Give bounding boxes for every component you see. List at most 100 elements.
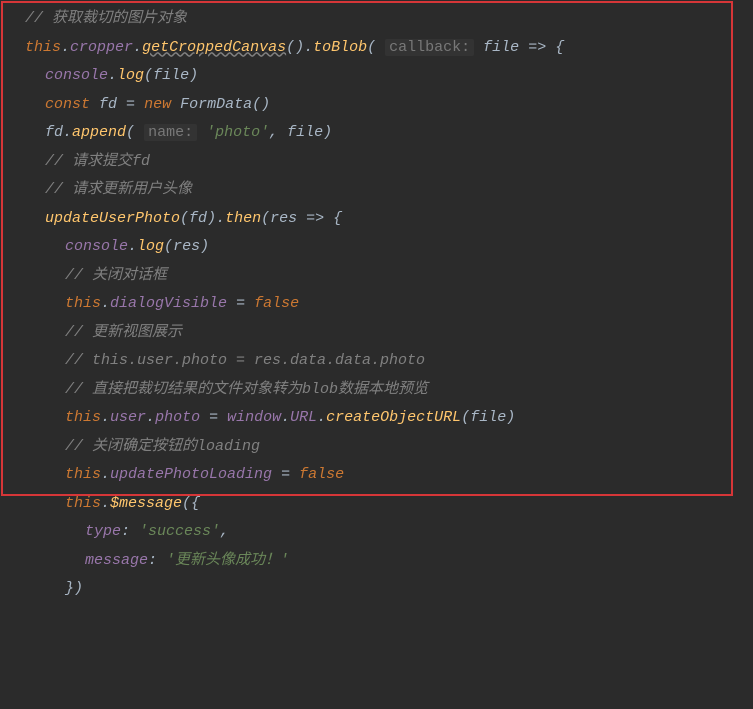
comment-text: // 直接把裁切结果的文件对象转为blob数据本地预览 [65,381,428,398]
window-object: window [227,409,281,426]
dot: . [101,495,110,512]
comment-text: // 请求提交fd [45,153,150,170]
paren: ( [126,124,144,141]
paren: ( [164,238,173,255]
property: photo [155,409,200,426]
param-hint: callback: [385,39,474,56]
code-line: this.user.photo = window.URL.createObjec… [0,404,753,433]
code-line: // 更新视图展示 [0,319,753,348]
code-line: console.log(res) [0,233,753,262]
dot: . [133,39,142,56]
property: URL [290,409,317,426]
method-call: $message [110,495,182,512]
comma: , [220,523,229,540]
comment-text: // 更新视图展示 [65,324,182,341]
code-line: }) [0,575,753,604]
code-line: // 请求提交fd [0,148,753,177]
equals: = [272,466,299,483]
dot: . [281,409,290,426]
property-key: message [85,552,148,569]
property: updatePhotoLoading [110,466,272,483]
param: file [483,39,519,56]
dot: . [146,409,155,426]
paren: ( [180,210,189,227]
this-keyword: this [25,39,61,56]
property: dialogVisible [110,295,227,312]
param: res [270,210,297,227]
comment-text: // 关闭对话框 [65,267,167,284]
dot: . [317,409,326,426]
equals: = [117,96,144,113]
property: cropper [70,39,133,56]
false-keyword: false [299,466,344,483]
variable: file [153,67,189,84]
paren: ( [367,39,385,56]
property: user [110,409,146,426]
comment-text: // this.user.photo = res.data.data.photo [65,352,425,369]
paren: ) [506,409,515,426]
method-call: append [72,124,126,141]
console-object: console [65,238,128,255]
space [197,124,206,141]
code-line: updateUserPhoto(fd).then(res => { [0,205,753,234]
code-line: this.$message({ [0,490,753,519]
code-line: console.log(file) [0,62,753,91]
comment-text: // 获取裁切的图片对象 [25,10,187,27]
dot: . [108,67,117,84]
this-keyword: this [65,295,101,312]
paren: ( [144,67,153,84]
code-line: // 获取裁切的图片对象 [0,5,753,34]
paren: ( [261,210,270,227]
dot: . [61,39,70,56]
code-line: message: '更新头像成功！' [0,547,753,576]
colon: : [121,523,139,540]
code-line: this.dialogVisible = false [0,290,753,319]
this-keyword: this [65,466,101,483]
string-literal: 'photo' [206,124,269,141]
variable: file [470,409,506,426]
paren: ) [323,124,332,141]
paren: ( [461,409,470,426]
log-method: log [117,67,144,84]
variable: fd [99,96,117,113]
property-key: type [85,523,121,540]
this-keyword: this [65,409,101,426]
log-method: log [137,238,164,255]
space [171,96,180,113]
code-line: // this.user.photo = res.data.data.photo [0,347,753,376]
code-line: this.updatePhotoLoading = false [0,461,753,490]
code-editor[interactable]: // 获取裁切的图片对象 this.cropper.getCroppedCanv… [0,0,753,609]
comment-text: // 请求更新用户头像 [45,181,192,198]
paren: ({ [182,495,200,512]
code-line: fd.append( name: 'photo', file) [0,119,753,148]
dot: . [101,295,110,312]
function-call: updateUserPhoto [45,210,180,227]
method-call: then [225,210,261,227]
code-line: const fd = new FormData() [0,91,753,120]
parens: () [252,96,270,113]
code-line: // 请求更新用户头像 [0,176,753,205]
param-hint: name: [144,124,197,141]
method-call: toBlob [313,39,367,56]
comment-text: // 关闭确定按钮的loading [65,438,260,455]
paren: ). [207,210,225,227]
arrow: => { [519,39,564,56]
parens: (). [286,39,313,56]
close-brace: }) [65,580,83,597]
string-literal: 'success' [139,523,220,540]
code-line: // 关闭对话框 [0,262,753,291]
paren: ) [200,238,209,255]
dot: . [128,238,137,255]
variable: res [173,238,200,255]
equals: = [227,295,254,312]
code-line: type: 'success', [0,518,753,547]
colon: : [148,552,166,569]
arrow: => { [297,210,342,227]
equals: = [200,409,227,426]
dot: . [101,409,110,426]
code-line: this.cropper.getCroppedCanvas().toBlob( … [0,34,753,63]
new-keyword: new [144,96,171,113]
variable: file [287,124,323,141]
code-line: // 直接把裁切结果的文件对象转为blob数据本地预览 [0,376,753,405]
variable: fd [189,210,207,227]
